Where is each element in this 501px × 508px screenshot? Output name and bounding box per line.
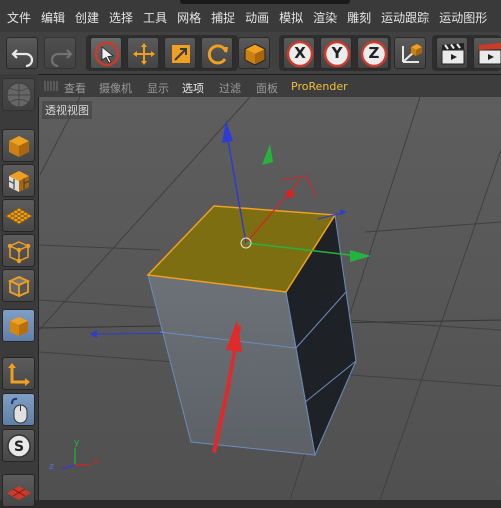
snap-magnet-icon: S [7, 434, 31, 458]
menu-mesh[interactable]: 网格 [170, 9, 201, 26]
move-tool-button[interactable] [127, 37, 159, 69]
coordinate-system-button[interactable] [394, 37, 426, 69]
viewport-menu-cameras[interactable]: 摄像机 [99, 80, 132, 96]
render-to-picture-viewer-button[interactable] [473, 37, 501, 69]
workplane-lock-icon [7, 486, 31, 500]
model-mode-icon [9, 136, 29, 157]
cube-model-icon [244, 43, 266, 66]
clapperboard-icon [441, 43, 465, 65]
x-axis-label: X [294, 44, 306, 62]
polygons-mode-icon [10, 317, 28, 336]
points-mode-icon [7, 241, 31, 264]
y-axis-lock-button[interactable]: Y [320, 37, 352, 69]
rotate-tool-button[interactable] [201, 37, 233, 69]
selection-cursor-icon [94, 41, 120, 67]
scale-icon [172, 45, 190, 63]
menu-snap[interactable]: 捕捉 [204, 9, 235, 26]
viewport-menu-prorender[interactable]: ProRender [291, 80, 348, 93]
rotate-icon [207, 44, 228, 65]
render-view-button[interactable] [436, 37, 468, 69]
undo-icon [11, 49, 34, 68]
polygons-mode-button[interactable] [2, 309, 35, 342]
model-mode-button[interactable] [2, 129, 35, 162]
z-axis-lock-button[interactable]: Z [357, 37, 389, 69]
menu-file[interactable]: 文件 [0, 9, 31, 26]
window-title-bar [180, 0, 350, 4]
menu-edit[interactable]: 编辑 [34, 9, 65, 26]
viewport-scene [39, 97, 501, 500]
points-mode-button[interactable] [2, 234, 35, 267]
workplane-lock-button[interactable] [2, 474, 35, 507]
main-toolbar: X Y Z [0, 32, 501, 75]
world-axis-z-label: z [49, 462, 54, 472]
last-tool-button[interactable] [238, 37, 270, 69]
viewport-menu-panel[interactable]: 面板 [256, 80, 278, 96]
live-selection-button[interactable] [90, 37, 122, 69]
snapping-button[interactable]: S [2, 429, 35, 462]
redo-button[interactable] [44, 37, 76, 69]
world-coordinates-icon [402, 44, 422, 63]
sphere-grid-icon [6, 82, 32, 108]
redo-icon [50, 49, 73, 68]
svg-text:S: S [14, 439, 24, 455]
mode-palette: S [0, 74, 39, 507]
tweak-mode-button[interactable] [2, 393, 35, 426]
viewport-menu-filter[interactable]: 过滤 [219, 80, 241, 96]
clapperboard-render-icon [478, 43, 501, 65]
world-axis-x-label: x [93, 457, 99, 467]
z-axis-label: Z [368, 44, 380, 62]
y-axis-label: Y [331, 44, 343, 62]
menu-mograph[interactable]: 运动图形 [432, 9, 487, 26]
workplane-grid-icon [5, 207, 33, 225]
viewport-menu-options[interactable]: 选项 [182, 80, 204, 96]
viewport-menu-display[interactable]: 显示 [147, 80, 169, 96]
edges-mode-icon [7, 276, 31, 298]
menu-motion-tracking[interactable]: 运动跟踪 [374, 9, 429, 26]
viewport-menu-view[interactable]: 查看 [64, 80, 86, 96]
x-axis-lock-button[interactable]: X [283, 37, 315, 69]
menu-render[interactable]: 渲染 [306, 9, 337, 26]
axis-mode-button[interactable] [2, 357, 35, 390]
viewport-title: 透视视图 [42, 101, 92, 119]
mouse-icon [11, 397, 28, 424]
gizmo-x-handle[interactable] [286, 190, 294, 198]
texture-mode-button[interactable] [2, 164, 35, 197]
menu-animate[interactable]: 动画 [238, 9, 269, 26]
perspective-viewport[interactable]: y x z [39, 97, 501, 500]
scale-tool-button[interactable] [164, 37, 196, 69]
workplane-mode-button[interactable] [2, 199, 35, 232]
axis-corner-icon [8, 363, 30, 386]
menu-tools[interactable]: 工具 [136, 9, 167, 26]
menu-items: 文件 编辑 创建 选择 工具 网格 捕捉 动画 模拟 渲染 雕刻 运动跟踪 运动… [0, 9, 490, 26]
make-editable-button[interactable] [2, 78, 35, 111]
menu-create[interactable]: 创建 [68, 9, 99, 26]
edges-mode-button[interactable] [2, 269, 35, 302]
menu-simulate[interactable]: 模拟 [272, 9, 303, 26]
world-axis-y-label: y [74, 438, 80, 448]
viewport-menubar: 查看 摄像机 显示 选项 过滤 面板 ProRender [38, 75, 501, 98]
viewport-grip-icon [44, 81, 58, 91]
menu-sculpt[interactable]: 雕刻 [340, 9, 371, 26]
texture-mode-icon [8, 171, 30, 192]
menu-select[interactable]: 选择 [102, 9, 133, 26]
main-menubar: 文件 编辑 创建 选择 工具 网格 捕捉 动画 模拟 渲染 雕刻 运动跟踪 运动… [0, 0, 501, 33]
move-icon [133, 43, 155, 65]
undo-button[interactable] [6, 37, 38, 69]
